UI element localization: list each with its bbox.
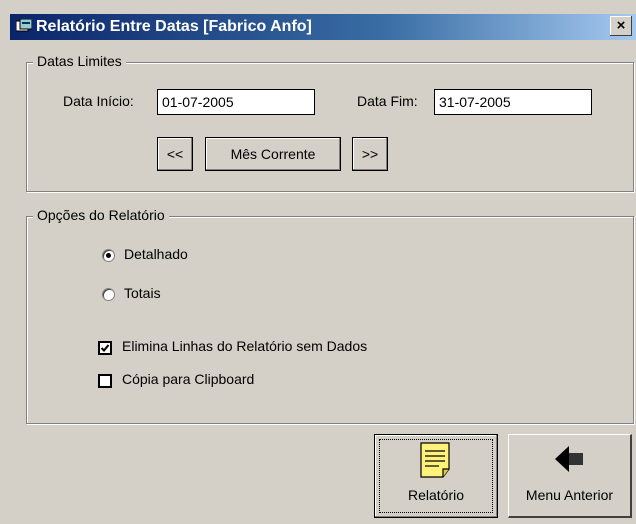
report-button[interactable]: Relatório <box>374 434 498 518</box>
radio-selected-dot <box>106 253 111 258</box>
next-month-button[interactable]: >> <box>352 137 388 171</box>
next-month-label: >> <box>361 146 379 162</box>
end-date-input[interactable] <box>434 89 592 115</box>
current-month-label: Mês Corrente <box>230 146 316 162</box>
start-date-label: Data Início: <box>63 93 134 109</box>
radio-detailed-label[interactable]: Detalhado <box>124 246 188 262</box>
dialog-window: Relatório Entre Datas [Fabrico Anfo] × D… <box>0 0 636 524</box>
radio-totals[interactable] <box>102 288 115 301</box>
current-month-button[interactable]: Mês Corrente <box>205 137 341 171</box>
previous-month-label: << <box>166 146 184 162</box>
checkmark-icon <box>100 344 110 352</box>
back-arrow-icon <box>555 446 583 472</box>
copy-to-clipboard-checkbox[interactable] <box>98 374 112 388</box>
eliminate-empty-rows-checkbox[interactable] <box>98 341 112 355</box>
report-button-label: Relatório <box>407 487 465 503</box>
back-to-menu-label: Menu Anterior <box>525 487 614 503</box>
options-group: Opções do Relatório <box>26 207 634 424</box>
window-title: Relatório Entre Datas [Fabrico Anfo] <box>36 18 312 35</box>
start-date-input[interactable] <box>157 89 315 115</box>
app-icon <box>16 19 32 32</box>
dates-group: Datas Limites <box>26 53 634 192</box>
report-icon <box>420 442 450 478</box>
options-group-legend: Opções do Relatório <box>33 207 169 223</box>
back-to-menu-button[interactable]: Menu Anterior <box>508 434 632 518</box>
dates-group-legend: Datas Limites <box>33 53 126 69</box>
radio-totals-label[interactable]: Totais <box>124 285 161 301</box>
title-bar[interactable]: Relatório Entre Datas [Fabrico Anfo] <box>10 14 636 40</box>
radio-detailed[interactable] <box>102 249 115 262</box>
end-date-label: Data Fim: <box>357 93 418 109</box>
copy-to-clipboard-label[interactable]: Cópia para Clipboard <box>122 371 254 387</box>
eliminate-empty-rows-label[interactable]: Elimina Linhas do Relatório sem Dados <box>122 338 367 354</box>
close-button[interactable]: × <box>610 16 632 36</box>
close-icon: × <box>616 17 626 34</box>
previous-month-button[interactable]: << <box>157 137 193 171</box>
